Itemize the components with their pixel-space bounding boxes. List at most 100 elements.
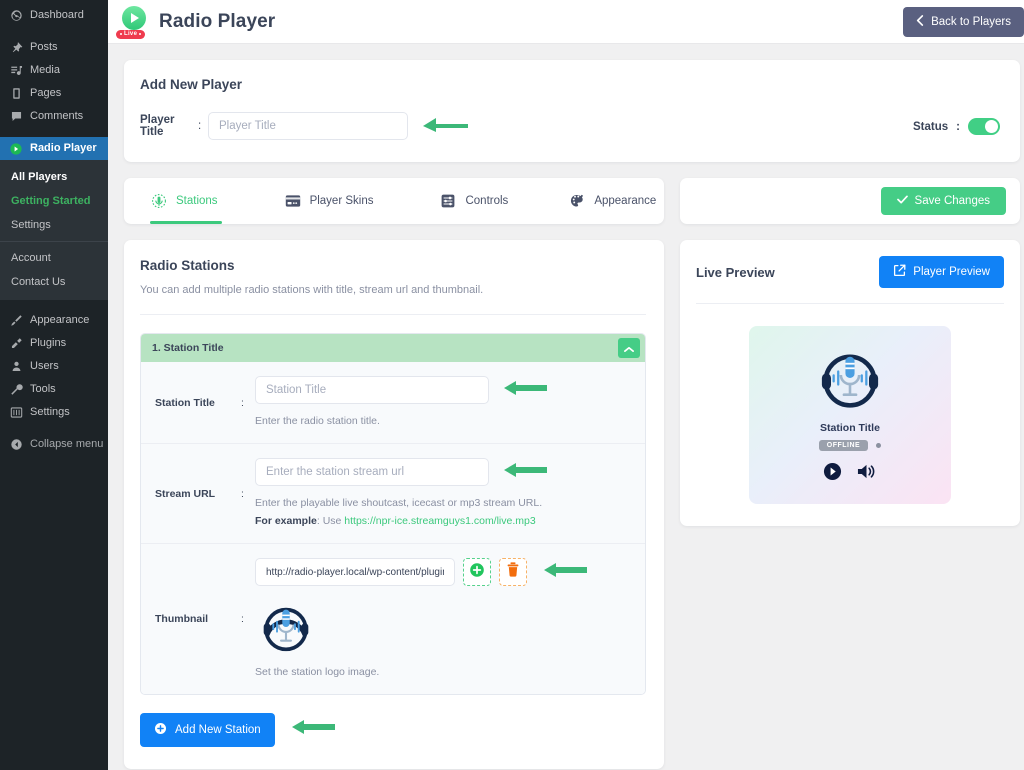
sidebar-item-label: Plugins	[30, 337, 67, 349]
add-new-station-label: Add New Station	[175, 724, 261, 736]
station-accordion-header[interactable]: 1. Station Title	[141, 334, 645, 362]
tab-label: Player Skins	[309, 195, 374, 207]
station-accordion-title: 1. Station Title	[152, 342, 224, 354]
station-accordion-toggle-button[interactable]	[618, 338, 640, 358]
tab-label: Stations	[176, 195, 218, 207]
media-icon	[9, 64, 23, 77]
thumbnail-delete-button[interactable]	[499, 558, 527, 586]
thumbnail-row: Thumbnail : http://radio-player.local/wp…	[141, 544, 645, 694]
sidebar-item-label: Pages	[30, 87, 62, 99]
live-preview-card: Live Preview Player Preview Station Titl…	[680, 240, 1020, 526]
radio-stations-heading: Radio Stations	[140, 258, 235, 273]
sidebar-item-radio-player[interactable]: Radio Player	[0, 137, 116, 160]
sidebar-item-posts[interactable]: Posts	[0, 36, 108, 59]
dashboard-icon	[9, 9, 23, 22]
columns: Stations Player Skins Controls Appearanc…	[124, 178, 1020, 770]
live-dot-right	[139, 33, 142, 35]
chevron-left-icon	[916, 14, 924, 29]
arrow-add-new-station	[291, 719, 335, 739]
status-toggle[interactable]	[968, 118, 1000, 135]
tab-label: Appearance	[594, 195, 657, 207]
save-changes-button[interactable]: Save Changes	[880, 187, 1006, 215]
stream-url-example-link[interactable]: https://npr-ice.streamguys1.com/live.mp3	[344, 515, 535, 527]
sidebar-collapse-menu[interactable]: Collapse menu	[0, 433, 108, 456]
add-new-player-card: Add New Player Player Title : Status :	[124, 60, 1020, 162]
status-badge: OFFLINE	[818, 440, 869, 451]
sidebar-item-settings[interactable]: Settings	[0, 401, 108, 424]
stream-url-help: Enter the playable live shoutcast, iceca…	[255, 497, 543, 509]
sidebar-subitem-account[interactable]: Account	[0, 246, 108, 270]
sidebar-subitem-all-players[interactable]: All Players	[0, 165, 108, 189]
sidebar-item-label: Collapse menu	[30, 438, 104, 450]
save-changes-label: Save Changes	[914, 195, 990, 207]
comments-icon	[9, 110, 23, 123]
right-column: Save Changes Live Preview Player Preview	[680, 178, 1020, 526]
arrow-station-title	[503, 380, 547, 400]
live-preview-title: Live Preview	[696, 264, 775, 280]
volume-icon[interactable]	[856, 462, 877, 486]
sidebar-item-users[interactable]: Users	[0, 355, 108, 378]
tab-stations[interactable]: Stations	[128, 178, 232, 224]
external-link-icon	[893, 264, 906, 280]
player-preview-box: Station Title OFFLINE	[749, 326, 951, 504]
settings-tabs: Stations Player Skins Controls Appearanc…	[124, 178, 664, 224]
plus-circle-icon	[154, 722, 167, 738]
sidebar-subitem-contact-us[interactable]: Contact Us	[0, 270, 108, 294]
sidebar-item-comments[interactable]: Comments	[0, 105, 108, 128]
player-title-label: Player Title	[140, 114, 175, 138]
station-title-help: Enter the radio station title.	[255, 415, 380, 427]
sidebar-item-label: Dashboard	[30, 9, 84, 21]
radio-stations-card: Radio Stations You can add multiple radi…	[124, 240, 664, 769]
sidebar-item-tools[interactable]: Tools	[0, 378, 108, 401]
player-station-title: Station Title	[820, 422, 880, 434]
sidebar-item-plugins[interactable]: Plugins	[0, 332, 108, 355]
thumbnail-add-button[interactable]	[463, 558, 491, 586]
thumbnail-url-input[interactable]	[255, 558, 455, 586]
sidebar-subitem-settings[interactable]: Settings	[0, 213, 108, 237]
sidebar-item-label: Tools	[30, 383, 56, 395]
sidebar-item-appearance[interactable]: Appearance	[0, 309, 108, 332]
sidebar-item-dashboard[interactable]: Dashboard	[0, 4, 108, 27]
sidebar-item-label: Radio Player	[30, 142, 97, 154]
main-region: Live Radio Player Back to Players Add Ne…	[108, 0, 1024, 770]
station-title-input[interactable]	[255, 376, 489, 404]
back-to-players-button[interactable]: Back to Players	[903, 6, 1024, 37]
arrow-player-title	[422, 118, 468, 134]
pin-icon	[9, 41, 23, 54]
station-accordion-body: Station Title : Station Title Enter the …	[141, 362, 645, 694]
sidebar-item-label: Appearance	[30, 314, 90, 326]
add-new-station-button[interactable]: Add New Station	[140, 713, 275, 747]
live-dot-left	[120, 33, 122, 35]
sidebar-item-media[interactable]: Media	[0, 59, 108, 82]
thumbnail-colon: :	[241, 613, 244, 625]
live-preview-header: Live Preview Player Preview	[696, 256, 1004, 288]
sidebar-subitem-getting-started[interactable]: Getting Started	[0, 189, 108, 213]
station-accordion: 1. Station Title Station Title: Station…	[140, 333, 646, 695]
play-circle-icon[interactable]	[823, 462, 842, 486]
wrench-icon	[9, 383, 23, 396]
tab-appearance[interactable]: Appearance	[554, 178, 670, 224]
sidebar-item-label: Posts	[30, 41, 58, 53]
player-controls	[823, 462, 877, 486]
arrow-thumbnail-buttons	[543, 562, 587, 582]
tab-controls[interactable]: Controls	[425, 178, 522, 224]
microphone-icon	[150, 192, 168, 210]
sidebar-item-pages[interactable]: Pages	[0, 82, 108, 105]
tab-player-skins[interactable]: Player Skins	[270, 178, 388, 224]
tab-label: Controls	[465, 195, 509, 207]
player-preview-button[interactable]: Player Preview	[879, 256, 1004, 288]
player-title-input[interactable]	[208, 112, 408, 140]
station-title-label: Station Title	[155, 396, 215, 409]
radio-stations-description: You can add multiple radio stations with…	[140, 284, 484, 296]
sidebar-item-label: Settings	[30, 406, 70, 418]
plugin-topbar: Live Radio Player Back to Players	[108, 0, 1024, 44]
check-icon	[896, 195, 908, 207]
player-station-logo	[812, 340, 888, 416]
content-area: Add New Player Player Title : Status :	[108, 44, 1024, 770]
stream-url-colon: :	[241, 487, 244, 500]
sliders-icon	[9, 406, 23, 419]
player-title-colon: :	[198, 120, 202, 132]
stream-url-input[interactable]	[255, 458, 489, 486]
